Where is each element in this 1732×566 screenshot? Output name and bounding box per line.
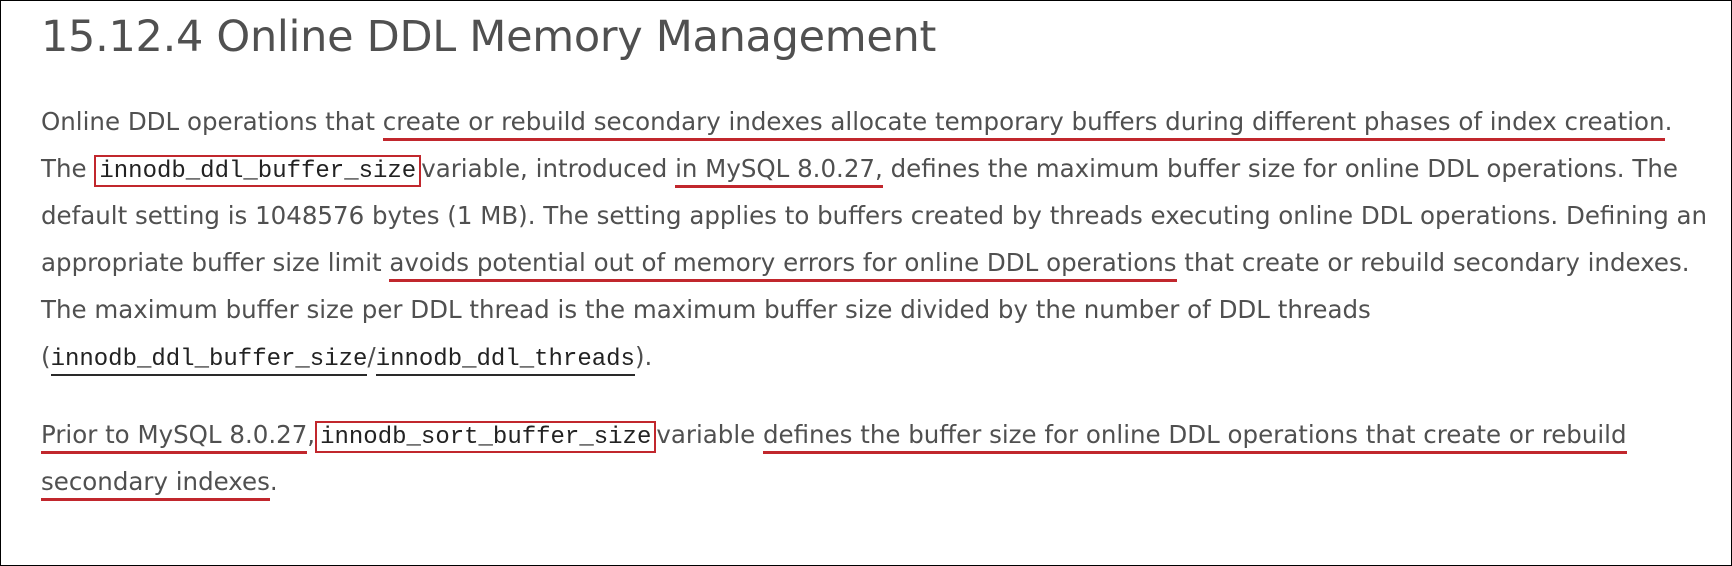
paragraph-prior-versions: Prior to MySQL 8.0.27, innodb_sort_buffer… [41, 411, 1627, 505]
red-underline-annotation: in MySQL 8.0.27, [675, 154, 883, 188]
text-fragment: that create or rebuild secondary indexes… [1176, 248, 1690, 277]
text-fragment: variable, introduced [421, 154, 676, 183]
red-underline-annotation: Prior to MySQL 8.0.27 [41, 420, 308, 454]
paragraph-line: default setting is 1048576 bytes (1 MB).… [41, 201, 1708, 230]
text-fragment: variable [656, 420, 763, 449]
text-fragment: ). [634, 342, 653, 371]
paragraph-line: The maximum buffer size per DDL thread i… [41, 295, 1371, 324]
boxed-code-innodb-ddl-buffer-size: innodb_ddl_buffer_size [94, 155, 422, 187]
text-fragment: , [307, 420, 316, 449]
text-fragment: . [1664, 107, 1673, 136]
text-fragment: Online DDL operations that [41, 107, 383, 136]
text-fragment: . [269, 467, 278, 496]
paragraph-line: (innodb_ddl_buffer_size/innodb_ddl_threa… [41, 333, 1707, 380]
text-fragment: appropriate buffer size limit [41, 248, 390, 277]
code-link-innodb-ddl-buffer-size[interactable]: innodb_ddl_buffer_size [50, 346, 368, 376]
paragraph-line: The innodb_ddl_buffer_size variable, intr… [41, 145, 1707, 192]
red-underline-annotation: avoids potential out of memory errors fo… [389, 248, 1177, 282]
paragraph-line: appropriate buffer size limit avoids pot… [41, 239, 1707, 286]
red-underline-annotation: create or rebuild secondary indexes allo… [382, 107, 1665, 141]
page-title: 15.12.4 Online DDL Memory Management [41, 12, 937, 62]
code-link-innodb-ddl-threads[interactable]: innodb_ddl_threads [375, 346, 635, 376]
paragraph-line: Prior to MySQL 8.0.27, innodb_sort_buffer… [41, 411, 1627, 458]
text-fragment: The [41, 154, 95, 183]
text-fragment: ( [41, 342, 51, 371]
paragraph-line: secondary indexes. [41, 458, 1627, 505]
boxed-code-innodb-sort-buffer-size: innodb_sort_buffer_size [315, 421, 657, 453]
text-fragment: defines the maximum buffer size for onli… [882, 154, 1678, 183]
document-frame: 15.12.4 Online DDL Memory Management Onl… [0, 0, 1732, 566]
paragraph-online-ddl-buffers: Online DDL operations that create or reb… [41, 98, 1707, 380]
red-underline-annotation: defines the buffer size for online DDL o… [763, 420, 1627, 454]
paragraph-line: Online DDL operations that create or reb… [41, 98, 1707, 145]
red-underline-annotation: secondary indexes [41, 467, 270, 501]
text-fragment: / [367, 342, 376, 371]
